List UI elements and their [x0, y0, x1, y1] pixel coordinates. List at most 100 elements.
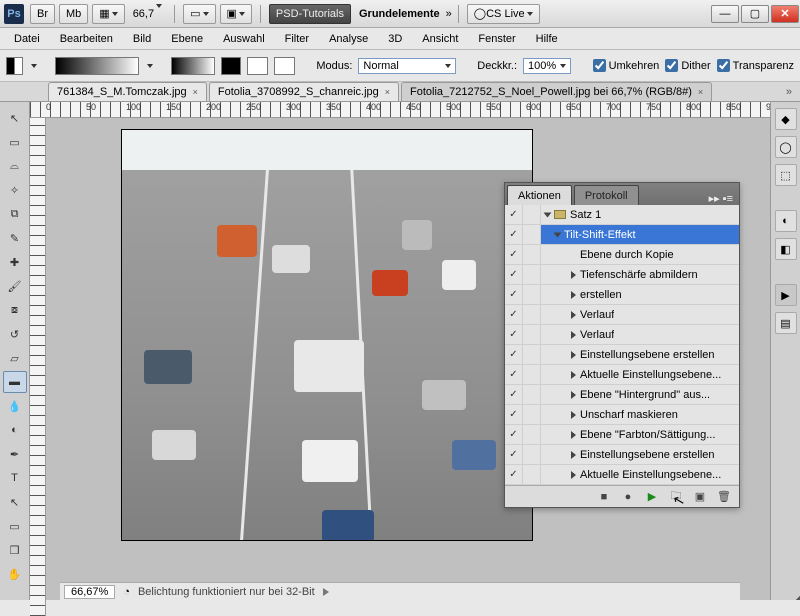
- disclosure-icon[interactable]: [571, 391, 576, 399]
- transparency-checkbox[interactable]: Transparenz: [717, 59, 794, 72]
- 3d-tool[interactable]: ❒: [3, 539, 27, 561]
- brand-badge[interactable]: PSD-Tutorials: [269, 4, 351, 24]
- dock-color-icon[interactable]: ◆: [775, 108, 797, 130]
- check-icon[interactable]: ✓: [509, 389, 517, 400]
- action-row[interactable]: ✓Ebene durch Kopie: [505, 245, 739, 265]
- disclosure-icon[interactable]: [571, 411, 576, 419]
- stop-icon[interactable]: ■: [597, 490, 611, 504]
- type-tool[interactable]: T: [3, 467, 27, 489]
- gradient-preview[interactable]: [55, 57, 140, 75]
- check-icon[interactable]: ✓: [509, 309, 517, 320]
- menu-fenster[interactable]: Fenster: [468, 33, 525, 45]
- action-row[interactable]: ✓Einstellungsebene erstellen: [505, 445, 739, 465]
- dock-actions-icon[interactable]: ▶: [775, 284, 797, 306]
- workspace-name[interactable]: Grundelemente: [359, 8, 440, 20]
- eraser-tool[interactable]: ▱: [3, 347, 27, 369]
- dialog-toggle[interactable]: [523, 465, 541, 484]
- move-tool[interactable]: ↖: [3, 107, 27, 129]
- gradient-linear-icon[interactable]: [171, 57, 214, 75]
- status-zoom[interactable]: 66,67%: [64, 585, 115, 599]
- play-icon[interactable]: ▶: [645, 490, 659, 504]
- dialog-toggle[interactable]: [523, 425, 541, 444]
- stamp-tool[interactable]: ⧇: [3, 299, 27, 321]
- action-row[interactable]: ✓Tiefenschärfe abmildern: [505, 265, 739, 285]
- titlebar-zoom[interactable]: 66,7: [133, 8, 162, 20]
- disclosure-icon[interactable]: [554, 232, 562, 237]
- disclosure-icon[interactable]: [571, 311, 576, 319]
- action-row[interactable]: ✓Verlauf: [505, 325, 739, 345]
- pen-tool[interactable]: ✒: [3, 443, 27, 465]
- disclosure-icon[interactable]: [571, 471, 576, 479]
- record-icon[interactable]: ●: [621, 490, 635, 504]
- document-tab[interactable]: Fotolia_3708992_S_chanreic.jpg×: [209, 82, 399, 101]
- action-row[interactable]: ✓Verlauf: [505, 305, 739, 325]
- opacity-input[interactable]: 100%: [523, 58, 571, 74]
- dialog-toggle[interactable]: [523, 205, 541, 224]
- dialog-toggle[interactable]: [523, 305, 541, 324]
- menu-datei[interactable]: Datei: [4, 33, 50, 45]
- bridge-button[interactable]: Br: [30, 4, 55, 24]
- menu-ebene[interactable]: Ebene: [161, 33, 213, 45]
- close-tab-icon[interactable]: ×: [385, 87, 390, 97]
- action-row[interactable]: ✓erstellen: [505, 285, 739, 305]
- status-arrow-icon[interactable]: [323, 588, 329, 596]
- disclosure-icon[interactable]: [571, 371, 576, 379]
- dock-swatches-icon[interactable]: ◯: [775, 136, 797, 158]
- check-icon[interactable]: ✓: [509, 409, 517, 420]
- dialog-toggle[interactable]: [523, 405, 541, 424]
- menu-hilfe[interactable]: Hilfe: [526, 33, 568, 45]
- disclosure-icon[interactable]: [571, 431, 576, 439]
- hand-tool[interactable]: ✋: [3, 563, 27, 585]
- history-brush-tool[interactable]: ↺: [3, 323, 27, 345]
- check-icon[interactable]: ✓: [509, 249, 517, 260]
- dock-mask-icon[interactable]: ◧: [775, 238, 797, 260]
- panel-menu-icon[interactable]: ▸▸ ▪≡: [709, 192, 733, 205]
- document-tab[interactable]: 761384_S_M.Tomczak.jpg×: [48, 82, 207, 101]
- dialog-toggle[interactable]: [523, 385, 541, 404]
- disclosure-icon[interactable]: [571, 331, 576, 339]
- check-icon[interactable]: ✓: [509, 349, 517, 360]
- menu-ansicht[interactable]: Ansicht: [412, 33, 468, 45]
- check-icon[interactable]: ✓: [509, 469, 517, 480]
- menu-filter[interactable]: Filter: [275, 33, 319, 45]
- disclosure-icon[interactable]: [544, 212, 552, 217]
- gradient-tool[interactable]: ▬: [3, 371, 27, 393]
- tab-protokoll[interactable]: Protokoll: [574, 185, 639, 205]
- action-row[interactable]: ✓Aktuelle Einstellungsebene...: [505, 465, 739, 485]
- horizontal-ruler[interactable]: 0501001502002503003504004505005506006507…: [30, 102, 770, 118]
- maximize-button[interactable]: ▢: [741, 5, 769, 23]
- dialog-toggle[interactable]: [523, 345, 541, 364]
- marquee-tool[interactable]: ▭: [3, 131, 27, 153]
- heal-tool[interactable]: ✚: [3, 251, 27, 273]
- more-tabs-icon[interactable]: »: [786, 86, 792, 98]
- wand-tool[interactable]: ✧: [3, 179, 27, 201]
- menu-analyse[interactable]: Analyse: [319, 33, 378, 45]
- blur-tool[interactable]: 💧: [3, 395, 27, 417]
- check-icon[interactable]: ✓: [509, 329, 517, 340]
- menu-auswahl[interactable]: Auswahl: [213, 33, 275, 45]
- check-icon[interactable]: ✓: [509, 289, 517, 300]
- document-tab-active[interactable]: Fotolia_7212752_S_Noel_Powell.jpg bei 66…: [401, 82, 712, 101]
- disclosure-icon[interactable]: [571, 291, 576, 299]
- gradient-reflected-icon[interactable]: [274, 57, 295, 75]
- check-icon[interactable]: ✓: [509, 229, 517, 240]
- action-row[interactable]: ✓Aktuelle Einstellungsebene...: [505, 365, 739, 385]
- check-icon[interactable]: ✓: [509, 369, 517, 380]
- action-row[interactable]: ✓Ebene "Hintergrund" aus...: [505, 385, 739, 405]
- dialog-toggle[interactable]: [523, 365, 541, 384]
- tool-preset-swatch[interactable]: [6, 57, 23, 75]
- close-tab-icon[interactable]: ×: [698, 87, 703, 97]
- crop-tool[interactable]: ⧉: [3, 203, 27, 225]
- dodge-tool[interactable]: ◐: [3, 419, 27, 441]
- check-icon[interactable]: ✓: [509, 449, 517, 460]
- disclosure-icon[interactable]: [571, 351, 576, 359]
- dialog-toggle[interactable]: [523, 285, 541, 304]
- new-action-icon[interactable]: ▣: [693, 490, 707, 504]
- eyedropper-tool[interactable]: ✎: [3, 227, 27, 249]
- dock-history-icon[interactable]: ▤: [775, 312, 797, 334]
- close-tab-icon[interactable]: ×: [193, 87, 198, 97]
- vertical-ruler[interactable]: [30, 118, 46, 616]
- shape-tool[interactable]: ▭: [3, 515, 27, 537]
- disclosure-icon[interactable]: [571, 451, 576, 459]
- menu-3d[interactable]: 3D: [378, 33, 412, 45]
